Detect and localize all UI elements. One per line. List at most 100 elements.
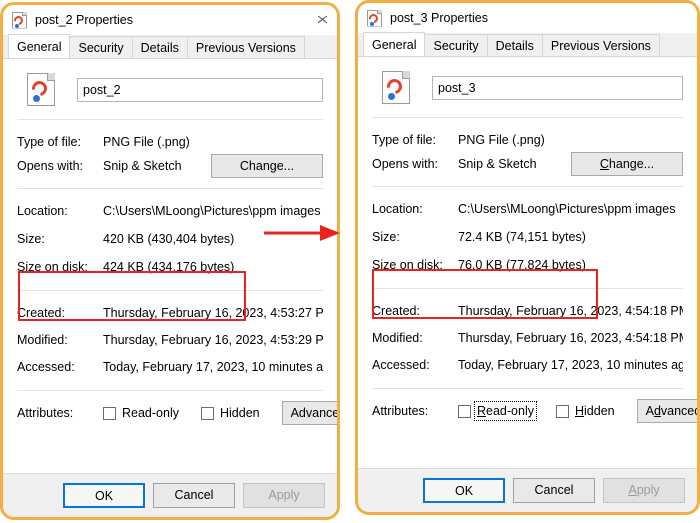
location-label: Location:: [372, 202, 423, 216]
advanced-button[interactable]: Advanced...: [281, 401, 337, 425]
hidden-checkbox-label: Hidden: [219, 406, 260, 420]
filename-row: [372, 71, 683, 104]
location-value: C:\Users\MLoong\Pictures\ppm images: [103, 204, 321, 218]
attributes-label: Attributes:: [17, 406, 74, 420]
change-button[interactable]: Change...: [211, 154, 323, 178]
attributes-label: Attributes:: [372, 404, 429, 418]
properties-dialog-post-2: post_2 Properties General Security Detai…: [0, 2, 340, 520]
tab-previous-versions[interactable]: Previous Versions: [541, 34, 660, 56]
created-value: Thursday, February 16, 2023, 4:54:18 PM: [458, 304, 683, 318]
modified-label: Modified:: [372, 331, 423, 345]
info-section-dates: Created: Thursday, February 16, 2023, 4:…: [372, 289, 683, 377]
created-label: Created:: [372, 304, 420, 318]
close-icon[interactable]: [317, 14, 328, 25]
hidden-checkbox-box[interactable]: [555, 404, 569, 418]
dialog-button-bar: OK Cancel Apply: [358, 468, 697, 512]
type-of-file-label: Type of file:: [372, 133, 436, 147]
tab-details[interactable]: Details: [486, 34, 543, 56]
info-section-dates: Created: Thursday, February 16, 2023, 4:…: [17, 291, 323, 379]
filename-input[interactable]: [77, 77, 323, 102]
info-section-type: Type of file: PNG File (.png) Opens with…: [17, 120, 323, 178]
general-tab-panel: Type of file: PNG File (.png) Opens with…: [358, 57, 697, 468]
readonly-checkbox-label: Read-only: [122, 406, 179, 420]
tab-strip: General Security Details Previous Versio…: [358, 32, 697, 57]
created-value: Thursday, February 16, 2023, 4:53:27 PM: [103, 306, 323, 320]
tab-details-label: Details: [140, 40, 179, 55]
filename-input[interactable]: [432, 75, 683, 100]
tab-previous-versions[interactable]: Previous Versions: [186, 36, 305, 58]
tab-general-label: General: [17, 39, 62, 54]
properties-dialog-post-3: post_3 Properties General Security Detai…: [355, 0, 700, 515]
size-label: Size:: [17, 232, 45, 246]
cancel-button[interactable]: Cancel: [153, 483, 235, 508]
hidden-checkbox[interactable]: Hidden: [200, 406, 260, 420]
type-of-file-value: PNG File (.png): [458, 133, 545, 147]
opens-with-value: Snip & Sketch: [458, 157, 537, 171]
row-created: Created: Thursday, February 16, 2023, 4:…: [372, 299, 683, 323]
row-opens-with: Opens with: Snip & Sketch Change...: [372, 152, 683, 176]
filename-row: [17, 73, 323, 106]
file-type-large-icon: [27, 73, 55, 106]
info-section-size: Location: C:\Users\MLoong\Pictures\ppm i…: [372, 187, 683, 277]
info-section-type: Type of file: PNG File (.png) Opens with…: [372, 118, 683, 176]
tab-security-label: Security: [78, 40, 124, 55]
dialog-title: post_2 Properties: [35, 13, 133, 27]
size-on-disk-label: Size on disk:: [372, 258, 443, 272]
readonly-checkbox[interactable]: Read-only: [458, 401, 537, 421]
tab-strip: General Security Details Previous Versio…: [3, 34, 337, 59]
tab-details-label: Details: [495, 38, 534, 53]
ok-button[interactable]: OK: [423, 478, 505, 503]
readonly-checkbox-box[interactable]: [458, 404, 471, 418]
size-on-disk-value: 76.0 KB (77,824 bytes): [458, 258, 586, 272]
advanced-button[interactable]: Advanced...: [636, 399, 697, 423]
readonly-checkbox[interactable]: Read-only: [103, 406, 179, 420]
tab-general-label: General: [372, 37, 417, 52]
accessed-value: Today, February 17, 2023, 10 minutes ago: [103, 360, 323, 374]
row-modified: Modified: Thursday, February 16, 2023, 4…: [17, 328, 323, 352]
hidden-checkbox-label: Hidden: [574, 404, 615, 418]
row-size: Size: 72.4 KB (74,151 bytes): [372, 225, 683, 249]
modified-value: Thursday, February 16, 2023, 4:53:29 PM: [103, 333, 323, 347]
readonly-checkbox-label: Read-only: [474, 401, 537, 421]
row-created: Created: Thursday, February 16, 2023, 4:…: [17, 301, 323, 325]
row-size-on-disk: Size on disk: 76.0 KB (77,824 bytes): [372, 253, 683, 277]
location-label: Location:: [17, 204, 68, 218]
titlebar: post_2 Properties: [3, 5, 337, 35]
hidden-checkbox-box[interactable]: [200, 406, 214, 420]
row-location: Location: C:\Users\MLoong\Pictures\ppm i…: [17, 199, 323, 223]
opens-with-value: Snip & Sketch: [103, 159, 182, 173]
row-accessed: Accessed: Today, February 17, 2023, 10 m…: [372, 353, 683, 377]
general-tab-panel: Type of file: PNG File (.png) Opens with…: [3, 59, 337, 473]
tab-general[interactable]: General: [8, 34, 71, 58]
row-attributes: Attributes: Read-only Hidden Advanced...: [372, 399, 697, 423]
cancel-button[interactable]: Cancel: [513, 478, 595, 503]
row-type-of-file: Type of file: PNG File (.png): [17, 130, 323, 154]
red-comparison-arrow: [264, 225, 340, 241]
hidden-checkbox[interactable]: Hidden: [555, 404, 615, 418]
opens-with-label: Opens with:: [17, 159, 84, 173]
ok-button[interactable]: OK: [63, 483, 145, 508]
row-modified: Modified: Thursday, February 16, 2023, 4…: [372, 326, 683, 350]
row-size-on-disk: Size on disk: 424 KB (434,176 bytes): [17, 255, 323, 279]
file-type-icon: [12, 11, 27, 29]
tab-details[interactable]: Details: [131, 36, 188, 58]
change-button[interactable]: Change...: [571, 152, 683, 176]
row-attributes: Attributes: Read-only Hidden Advanced...: [17, 401, 337, 425]
tab-security[interactable]: Security: [424, 34, 488, 56]
screenshot-canvas: post_2 Properties General Security Detai…: [0, 0, 700, 523]
tab-general[interactable]: General: [363, 32, 426, 56]
size-label: Size:: [372, 230, 400, 244]
attributes-section: Attributes: Read-only Hidden Advanced...: [372, 389, 697, 423]
modified-label: Modified:: [17, 333, 68, 347]
tab-previous-versions-label: Previous Versions: [195, 40, 296, 55]
row-opens-with: Opens with: Snip & Sketch Change...: [17, 154, 323, 178]
attributes-section: Attributes: Read-only Hidden Advanced...: [17, 391, 337, 425]
row-accessed: Accessed: Today, February 17, 2023, 10 m…: [17, 355, 323, 379]
accessed-label: Accessed:: [17, 360, 75, 374]
accessed-label: Accessed:: [372, 358, 430, 372]
readonly-checkbox-box[interactable]: [103, 406, 116, 420]
tab-security[interactable]: Security: [69, 36, 133, 58]
location-value: C:\Users\MLoong\Pictures\ppm images: [458, 202, 676, 216]
created-label: Created:: [17, 306, 65, 320]
opens-with-label: Opens with:: [372, 157, 439, 171]
